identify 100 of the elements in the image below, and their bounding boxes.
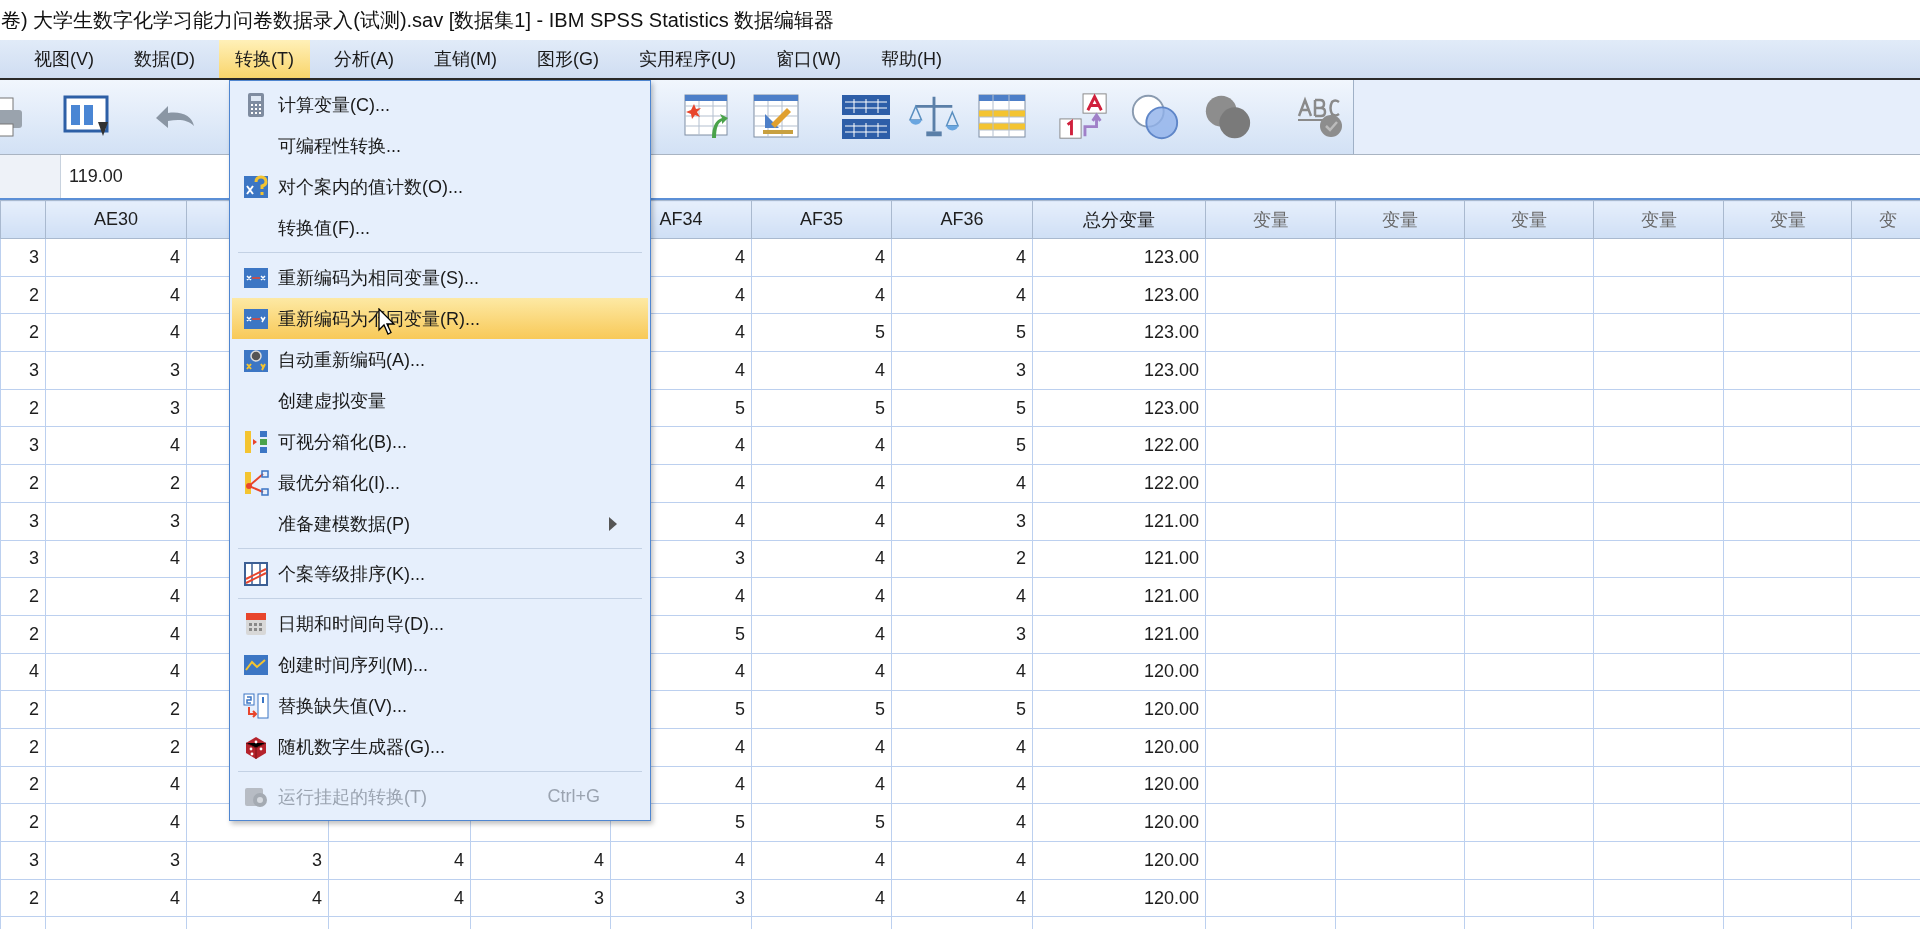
table-cell: 120.00 <box>1032 690 1206 729</box>
table-cell: 4 <box>751 879 892 917</box>
table-cell: 4 <box>891 653 1033 691</box>
table-cell: 2 <box>0 313 46 352</box>
table-cell: 123.00 <box>1032 351 1206 390</box>
table-cell: 120.00 <box>1032 879 1206 917</box>
column-header[interactable]: AF36 <box>891 200 1033 239</box>
submenu-arrow-icon <box>608 515 618 532</box>
table-cell: 2 <box>0 879 46 917</box>
table-cell: 4 <box>751 728 892 767</box>
table-cell: 5 <box>891 313 1033 352</box>
menu-item[interactable]: 数据(D) <box>118 40 211 78</box>
menu-item[interactable]: 转换(T) <box>219 40 310 78</box>
menu-item[interactable]: 视图(V) <box>18 40 110 78</box>
table-cell: 3 <box>891 615 1033 654</box>
table-cell: 4 <box>45 766 187 804</box>
column-header[interactable]: 总分变量 <box>1032 200 1206 239</box>
table-cell: 2 <box>0 615 46 654</box>
table-cell: 120.00 <box>1032 803 1206 842</box>
table-cell: 3 <box>610 879 752 917</box>
table-cell: 2 <box>0 728 46 767</box>
table-cell: 3 <box>470 879 611 917</box>
column-header[interactable]: 变量 <box>1723 200 1852 239</box>
table-cell: 4 <box>891 577 1033 616</box>
table-cell: 120.00 <box>1032 766 1206 804</box>
table-cell: 4 <box>891 276 1033 314</box>
table-cell: 4 <box>751 426 892 465</box>
table-cell: 4 <box>751 653 892 691</box>
table-cell: 122.00 <box>1032 464 1206 503</box>
table-cell: 4 <box>891 879 1033 917</box>
table-cell: 123.00 <box>1032 313 1206 352</box>
table-cell: 3 <box>0 426 46 465</box>
table-cell: 4 <box>891 728 1033 767</box>
table-cell: 5 <box>751 690 892 729</box>
shortcut-label: Ctrl+G <box>547 786 600 807</box>
table-cell: 4 <box>45 653 187 691</box>
column-header[interactable]: 变 <box>1851 200 1920 239</box>
table-cell: 3 <box>45 841 187 880</box>
table-cell: 120.00 <box>1032 653 1206 691</box>
bins-icon <box>243 428 269 455</box>
table-cell: 121.00 <box>1032 502 1206 540</box>
table-cell: 3 <box>45 351 187 390</box>
column-header[interactable]: 变量 <box>1335 200 1465 239</box>
table-cell: 123.00 <box>1032 389 1206 427</box>
menu-entry[interactable]: 计算变量(C)... <box>232 84 648 125</box>
table-cell: 4 <box>45 426 187 465</box>
table-cell: 4 <box>0 653 46 691</box>
table-cell: 4 <box>45 313 187 352</box>
table-cell: 121.00 <box>1032 540 1206 578</box>
table-cell: 3 <box>0 238 46 277</box>
table-cell: 2 <box>45 690 187 729</box>
table-cell: 4 <box>751 540 892 578</box>
replace-values-icon <box>243 692 269 719</box>
table-cell: 5 <box>751 313 892 352</box>
column-header[interactable]: 变量 <box>1464 200 1594 239</box>
table-cell: 2 <box>891 540 1033 578</box>
table-cell: 3 <box>186 841 329 880</box>
table-cell: 2 <box>0 276 46 314</box>
cell-name-box[interactable] <box>0 155 61 198</box>
table-cell: 4 <box>45 577 187 616</box>
table-cell: 3 <box>0 502 46 540</box>
menu-item[interactable]: 窗口(W) <box>759 40 857 78</box>
count-values-icon <box>243 173 269 200</box>
table-cell: 2 <box>0 389 46 427</box>
menu-item[interactable]: 实用程序(U) <box>622 40 752 78</box>
table-cell: 2 <box>0 464 46 503</box>
table-cell: 4 <box>45 879 187 917</box>
table-cell: 4 <box>328 841 471 880</box>
column-header[interactable]: 变量 <box>1593 200 1724 239</box>
menu-item[interactable]: 帮助(H) <box>864 40 958 78</box>
table-cell: 4 <box>751 766 892 804</box>
table-cell: 4 <box>45 803 187 842</box>
table-cell: 121.00 <box>1032 615 1206 654</box>
table-cell: 2 <box>0 690 46 729</box>
table-cell: 4 <box>45 540 187 578</box>
table-cell: 4 <box>891 238 1033 277</box>
table-cell: 4 <box>891 841 1033 880</box>
table-cell: 3 <box>0 841 46 880</box>
table-cell: 5 <box>891 426 1033 465</box>
table-cell: 2 <box>0 766 46 804</box>
table-cell: 4 <box>328 879 471 917</box>
table-cell: 4 <box>45 276 187 314</box>
column-header[interactable]: AE30 <box>45 200 187 239</box>
column-header[interactable]: AF35 <box>751 200 892 239</box>
table-cell: 4 <box>610 841 752 880</box>
column-header[interactable]: 变量 <box>1205 200 1336 239</box>
table-cell: 121.00 <box>1032 577 1206 616</box>
menu-item[interactable]: 分析(A) <box>318 40 410 78</box>
table-cell: 4 <box>751 577 892 616</box>
menu-item[interactable]: 直销(M) <box>418 40 513 78</box>
table-cell: 4 <box>751 351 892 390</box>
table-cell: 4 <box>751 464 892 503</box>
table-cell: 4 <box>891 766 1033 804</box>
menu-item[interactable]: 图形(G) <box>520 40 615 78</box>
rank-icon <box>243 560 269 587</box>
table-cell: 4 <box>751 238 892 277</box>
table-cell: 4 <box>751 841 892 880</box>
table-cell: 3 <box>45 389 187 427</box>
table-cell: 4 <box>751 502 892 540</box>
table-cell: 3 <box>0 351 46 390</box>
